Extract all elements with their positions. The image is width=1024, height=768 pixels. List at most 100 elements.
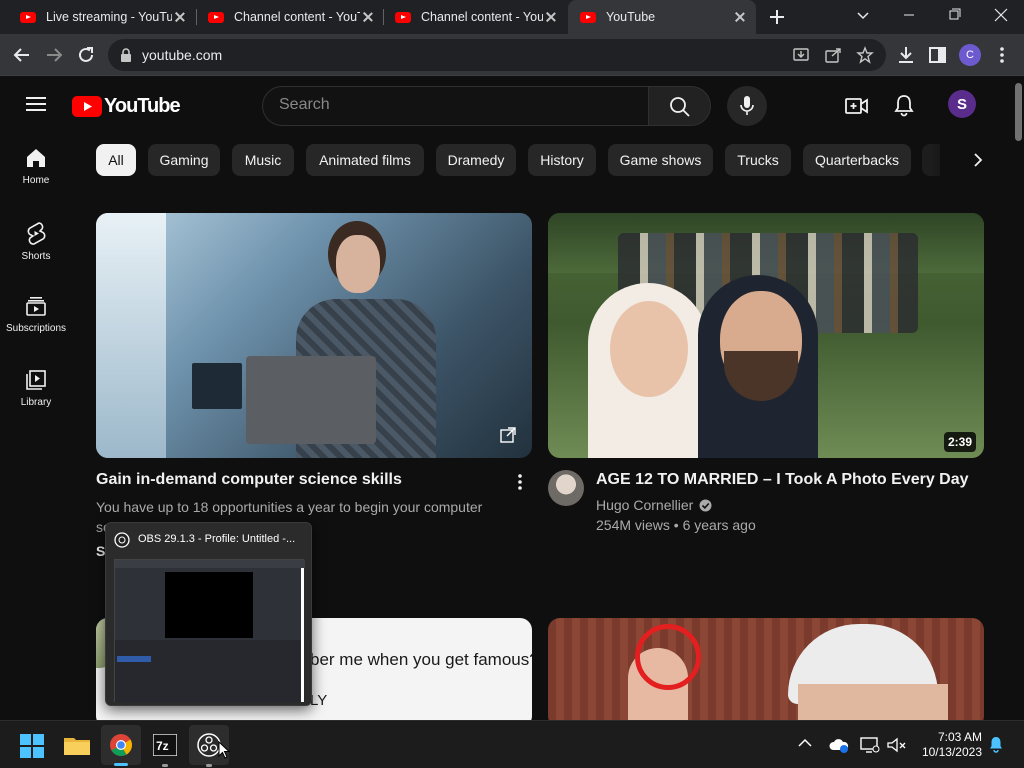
create-video-icon[interactable] — [845, 95, 869, 117]
forward-arrow-icon[interactable] — [42, 43, 66, 67]
obs-taskbar-preview[interactable]: OBS 29.1.3 - Profile: Untitled -... — [105, 522, 312, 706]
chip-quarterbacks[interactable]: Quarterbacks — [803, 144, 911, 176]
channel-name[interactable]: Hugo Cornellier — [596, 497, 693, 513]
show-hidden-icons-chevron-icon[interactable] — [798, 738, 812, 748]
chip-history[interactable]: History — [528, 144, 596, 176]
address-bar[interactable]: youtube.com — [108, 39, 886, 71]
video-thumbnail-age-12[interactable]: 2:39 — [548, 213, 984, 458]
svg-text:7z: 7z — [156, 739, 169, 753]
video-title[interactable]: AGE 12 TO MARRIED – I Took A Photo Every… — [596, 471, 969, 489]
tab-close-icon[interactable] — [543, 9, 559, 25]
tab-close-icon[interactable] — [360, 9, 376, 25]
youtube-favicon-icon — [395, 11, 411, 23]
more-actions-icon[interactable] — [514, 473, 526, 491]
sidebar-item-label: Subscriptions — [5, 323, 67, 334]
share-icon[interactable] — [824, 46, 842, 64]
new-tab-button[interactable] — [766, 6, 788, 28]
youtube-favicon-icon — [208, 11, 224, 23]
video-thumbnail-finger[interactable] — [548, 618, 984, 720]
browser-menu-icon[interactable] — [994, 45, 1010, 65]
video-thumbnail-ad[interactable] — [96, 213, 532, 458]
tab-channel-content-2[interactable]: Channel content - YouTube Studio — [383, 0, 567, 34]
search-input[interactable] — [279, 96, 629, 114]
profile-avatar[interactable]: C — [959, 44, 981, 66]
clock-date: 10/13/2023 — [921, 745, 982, 759]
chip-dramedy[interactable]: Dramedy — [436, 144, 516, 176]
video-title[interactable]: Gain in-demand computer science skills — [96, 471, 402, 489]
search-box — [262, 86, 649, 126]
start-button[interactable] — [12, 725, 52, 765]
tab-title: YouTube — [606, 10, 656, 24]
minimize-button[interactable] — [886, 0, 932, 34]
microphone-icon — [740, 96, 754, 115]
thumbnail-subcaption: LY — [310, 692, 328, 709]
start-icon — [20, 734, 44, 758]
network-icon[interactable] — [860, 736, 880, 754]
system-clock[interactable]: 7:03 AM 10/13/2023 — [912, 730, 982, 760]
chevron-right-icon[interactable] — [970, 152, 986, 168]
downloads-icon[interactable] — [896, 45, 916, 65]
file-explorer-button[interactable] — [57, 725, 97, 765]
channel-name-row[interactable]: Hugo Cornellier — [596, 497, 712, 513]
sidebar-item-shorts[interactable]: Shorts — [0, 221, 72, 295]
tab-youtube[interactable]: YouTube — [568, 0, 756, 34]
library-icon — [26, 370, 46, 390]
install-app-icon[interactable] — [792, 46, 810, 64]
tab-title: Channel content - YouTube Studio — [234, 10, 360, 24]
search-button[interactable] — [648, 86, 711, 126]
sidebar-item-library[interactable]: Library — [0, 369, 72, 443]
reload-icon[interactable] — [74, 43, 98, 67]
shorts-icon — [27, 222, 46, 245]
thumbnail-caption: ber me when you get famous? — [310, 650, 532, 669]
notifications-bell-icon[interactable] — [893, 93, 915, 117]
chip-game-shows[interactable]: Game shows — [608, 144, 713, 176]
sidebar-item-home[interactable]: Home — [0, 147, 72, 221]
browser-tab-strip: Live streaming - YouTube Channel content… — [0, 0, 1024, 34]
bookmark-star-icon[interactable] — [856, 46, 874, 64]
tab-close-icon[interactable] — [732, 9, 748, 25]
volume-muted-icon[interactable] — [886, 736, 906, 754]
obs-icon — [114, 532, 130, 548]
7zip-button[interactable]: 7z — [145, 725, 185, 767]
onedrive-icon[interactable] — [829, 736, 849, 754]
scrollbar-thumb[interactable] — [1015, 83, 1022, 141]
youtube-favicon-icon — [580, 11, 596, 23]
side-panel-icon[interactable] — [928, 45, 948, 65]
channel-avatar[interactable] — [548, 470, 584, 506]
close-window-button[interactable] — [978, 0, 1024, 34]
notifications-bell-icon[interactable] — [988, 735, 1004, 753]
chip-trucks[interactable]: Trucks — [725, 144, 791, 176]
chrome-icon — [110, 734, 132, 756]
url-text[interactable]: youtube.com — [142, 47, 222, 63]
back-arrow-icon[interactable] — [10, 43, 34, 67]
mouse-cursor-icon — [218, 741, 231, 759]
sidebar-item-label: Shorts — [21, 251, 51, 262]
lock-icon[interactable] — [120, 48, 132, 62]
chip-music[interactable]: Music — [232, 144, 294, 176]
chrome-button[interactable] — [101, 725, 141, 766]
tab-search-button[interactable] — [840, 0, 886, 34]
chip-all[interactable]: All — [96, 144, 136, 176]
page-scrollbar[interactable] — [1012, 77, 1024, 720]
tab-title: Live streaming - YouTube — [46, 10, 172, 24]
subscriptions-icon — [26, 297, 46, 316]
video-stats: 254M views • 6 years ago — [596, 517, 756, 533]
restore-button[interactable] — [932, 0, 978, 34]
chip-animated-films[interactable]: Animated films — [306, 144, 424, 176]
youtube-logo[interactable]: YouTube — [72, 95, 181, 118]
account-avatar[interactable]: S — [948, 90, 976, 118]
search-icon — [670, 97, 690, 117]
chip-gaming[interactable]: Gaming — [148, 144, 220, 176]
sidebar-item-label: Library — [20, 397, 52, 408]
tab-channel-content-1[interactable]: Channel content - YouTube Studio — [196, 0, 384, 34]
hamburger-menu-icon[interactable] — [26, 96, 46, 112]
sidebar-item-subscriptions[interactable]: Subscriptions — [0, 295, 72, 369]
video-duration: 2:39 — [944, 432, 977, 452]
file-explorer-icon — [64, 738, 90, 755]
sidebar-item-label: Home — [22, 175, 50, 186]
tab-close-icon[interactable] — [172, 9, 188, 25]
tab-live-streaming[interactable]: Live streaming - YouTube — [8, 0, 196, 34]
external-link-icon[interactable] — [500, 427, 516, 443]
clock-time: 7:03 AM — [937, 730, 982, 744]
voice-search-button[interactable] — [727, 86, 767, 126]
